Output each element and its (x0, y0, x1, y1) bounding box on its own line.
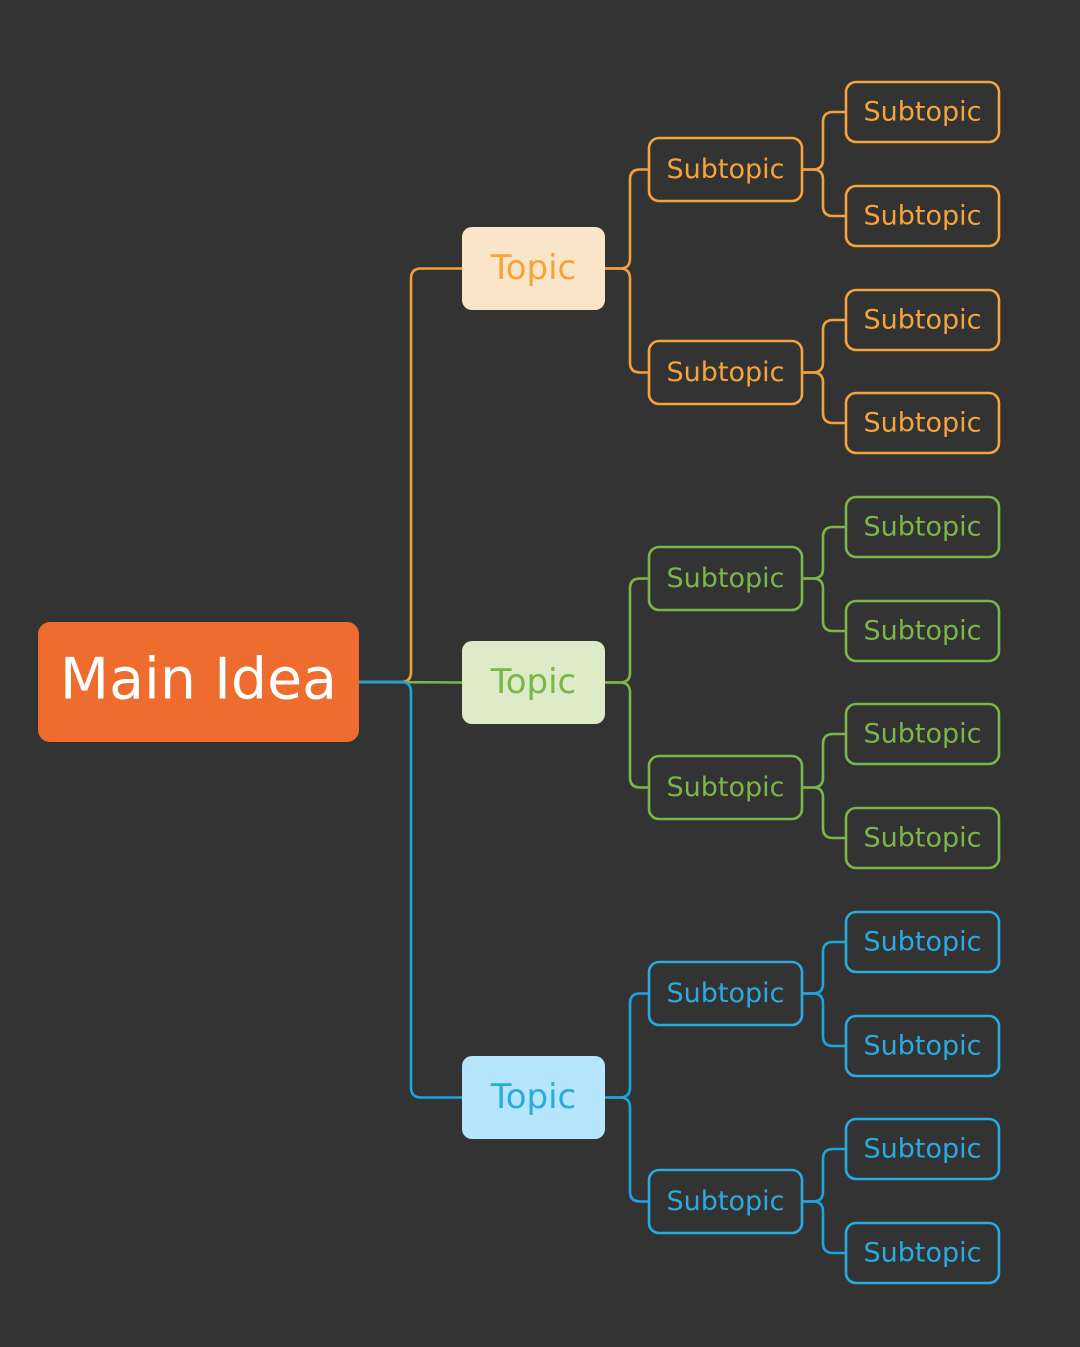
connector-branch-blue-subtopic-1-to-leaf-1 (800, 1200, 848, 1255)
subtopic-node-branch-green-1[interactable]: Subtopic (647, 754, 804, 821)
subtopic-leaf-branch-orange-1-0-label: Subtopic (864, 305, 982, 336)
connector-branch-blue-subtopic-0-to-leaf-1 (800, 992, 848, 1048)
subtopic-leaf-branch-blue-0-0-label: Subtopic (864, 927, 982, 958)
connector-root-to-branch-blue (357, 680, 464, 1099)
topic-node-branch-green[interactable]: Topic (462, 641, 605, 724)
subtopic-leaf-branch-blue-0-0[interactable]: Subtopic (844, 910, 1001, 974)
connector-branch-blue-topic-to-subtopic-1 (603, 1096, 651, 1203)
mindmap-canvas: Main Idea Topic Subtopic Subtopic Subtopic Su… (0, 0, 1080, 1347)
connector-branch-orange-subtopic-1-to-leaf-0 (800, 318, 848, 374)
connector-branch-blue-topic-to-subtopic-0 (603, 992, 651, 1099)
connector-branch-orange-topic-to-subtopic-1 (603, 267, 651, 374)
connector-branch-orange-subtopic-1-to-leaf-1 (800, 371, 848, 425)
connector-branch-orange-subtopic-0-to-leaf-1 (800, 168, 848, 218)
subtopic-leaf-branch-blue-1-0[interactable]: Subtopic (844, 1117, 1001, 1181)
subtopic-node-branch-green-0[interactable]: Subtopic (647, 545, 804, 612)
subtopic-leaf-branch-orange-0-0[interactable]: Subtopic (844, 80, 1001, 144)
connector-branch-green-subtopic-1-to-leaf-0 (800, 732, 848, 789)
subtopic-leaf-branch-green-0-0-label: Subtopic (864, 512, 982, 543)
connector-branch-blue-subtopic-1-to-leaf-0 (800, 1147, 848, 1203)
connector-branch-blue-subtopic-0-to-leaf-0 (800, 940, 848, 995)
subtopic-node-branch-orange-0[interactable]: Subtopic (647, 136, 804, 203)
connector-branch-green-topic-to-subtopic-0 (603, 577, 651, 684)
subtopic-leaf-branch-blue-0-1-label: Subtopic (864, 1031, 982, 1062)
subtopic-leaf-branch-orange-0-0-label: Subtopic (864, 97, 982, 128)
subtopic-leaf-branch-green-1-1[interactable]: Subtopic (844, 806, 1001, 870)
topic-node-branch-blue-label: Topic (490, 1077, 577, 1117)
node-layer: Main Idea Topic Subtopic Subtopic Subtopic Su… (38, 80, 1001, 1285)
subtopic-node-branch-orange-1[interactable]: Subtopic (647, 339, 804, 406)
subtopic-node-branch-blue-0-label: Subtopic (667, 978, 785, 1009)
connector-branch-green-topic-to-subtopic-1 (603, 681, 651, 789)
subtopic-node-branch-green-1-label: Subtopic (667, 772, 785, 803)
connector-branch-orange-subtopic-0-to-leaf-0 (800, 110, 848, 171)
subtopic-leaf-branch-blue-1-1-label: Subtopic (864, 1238, 982, 1269)
subtopic-node-branch-blue-1[interactable]: Subtopic (647, 1168, 804, 1235)
subtopic-node-branch-blue-0[interactable]: Subtopic (647, 960, 804, 1027)
topic-node-branch-orange-label: Topic (490, 248, 577, 288)
subtopic-leaf-branch-orange-0-1[interactable]: Subtopic (844, 184, 1001, 248)
subtopic-node-branch-orange-1-label: Subtopic (667, 357, 785, 388)
subtopic-node-branch-blue-1-label: Subtopic (667, 1186, 785, 1217)
main-idea-node-label: Main Idea (60, 647, 337, 713)
subtopic-leaf-branch-blue-1-1[interactable]: Subtopic (844, 1221, 1001, 1285)
topic-node-branch-blue[interactable]: Topic (462, 1056, 605, 1139)
subtopic-leaf-branch-orange-1-1-label: Subtopic (864, 408, 982, 439)
topic-node-branch-green-label: Topic (490, 662, 577, 702)
subtopic-leaf-branch-green-1-0[interactable]: Subtopic (844, 702, 1001, 766)
subtopic-leaf-branch-green-1-1-label: Subtopic (864, 823, 982, 854)
connector-branch-orange-topic-to-subtopic-0 (603, 168, 651, 270)
connector-root-to-branch-orange (357, 267, 464, 684)
subtopic-leaf-branch-orange-1-1[interactable]: Subtopic (844, 391, 1001, 455)
subtopic-leaf-branch-green-0-1-label: Subtopic (864, 616, 982, 647)
subtopic-leaf-branch-green-0-1[interactable]: Subtopic (844, 599, 1001, 663)
subtopic-leaf-branch-green-0-0[interactable]: Subtopic (844, 495, 1001, 559)
subtopic-leaf-branch-green-1-0-label: Subtopic (864, 719, 982, 750)
main-idea-node[interactable]: Main Idea (38, 622, 359, 742)
subtopic-node-branch-orange-0-label: Subtopic (667, 154, 785, 185)
mindmap-diagram: Main Idea Topic Subtopic Subtopic Subtopic Su… (38, 80, 1001, 1285)
subtopic-leaf-branch-orange-0-1-label: Subtopic (864, 201, 982, 232)
subtopic-leaf-branch-blue-0-1[interactable]: Subtopic (844, 1014, 1001, 1078)
topic-node-branch-orange[interactable]: Topic (462, 227, 605, 310)
subtopic-leaf-branch-orange-1-0[interactable]: Subtopic (844, 288, 1001, 352)
connector-branch-green-subtopic-0-to-leaf-0 (800, 525, 848, 580)
subtopic-node-branch-green-0-label: Subtopic (667, 563, 785, 594)
connector-branch-green-subtopic-1-to-leaf-1 (800, 786, 848, 840)
subtopic-leaf-branch-blue-1-0-label: Subtopic (864, 1134, 982, 1165)
connector-branch-green-subtopic-0-to-leaf-1 (800, 577, 848, 633)
